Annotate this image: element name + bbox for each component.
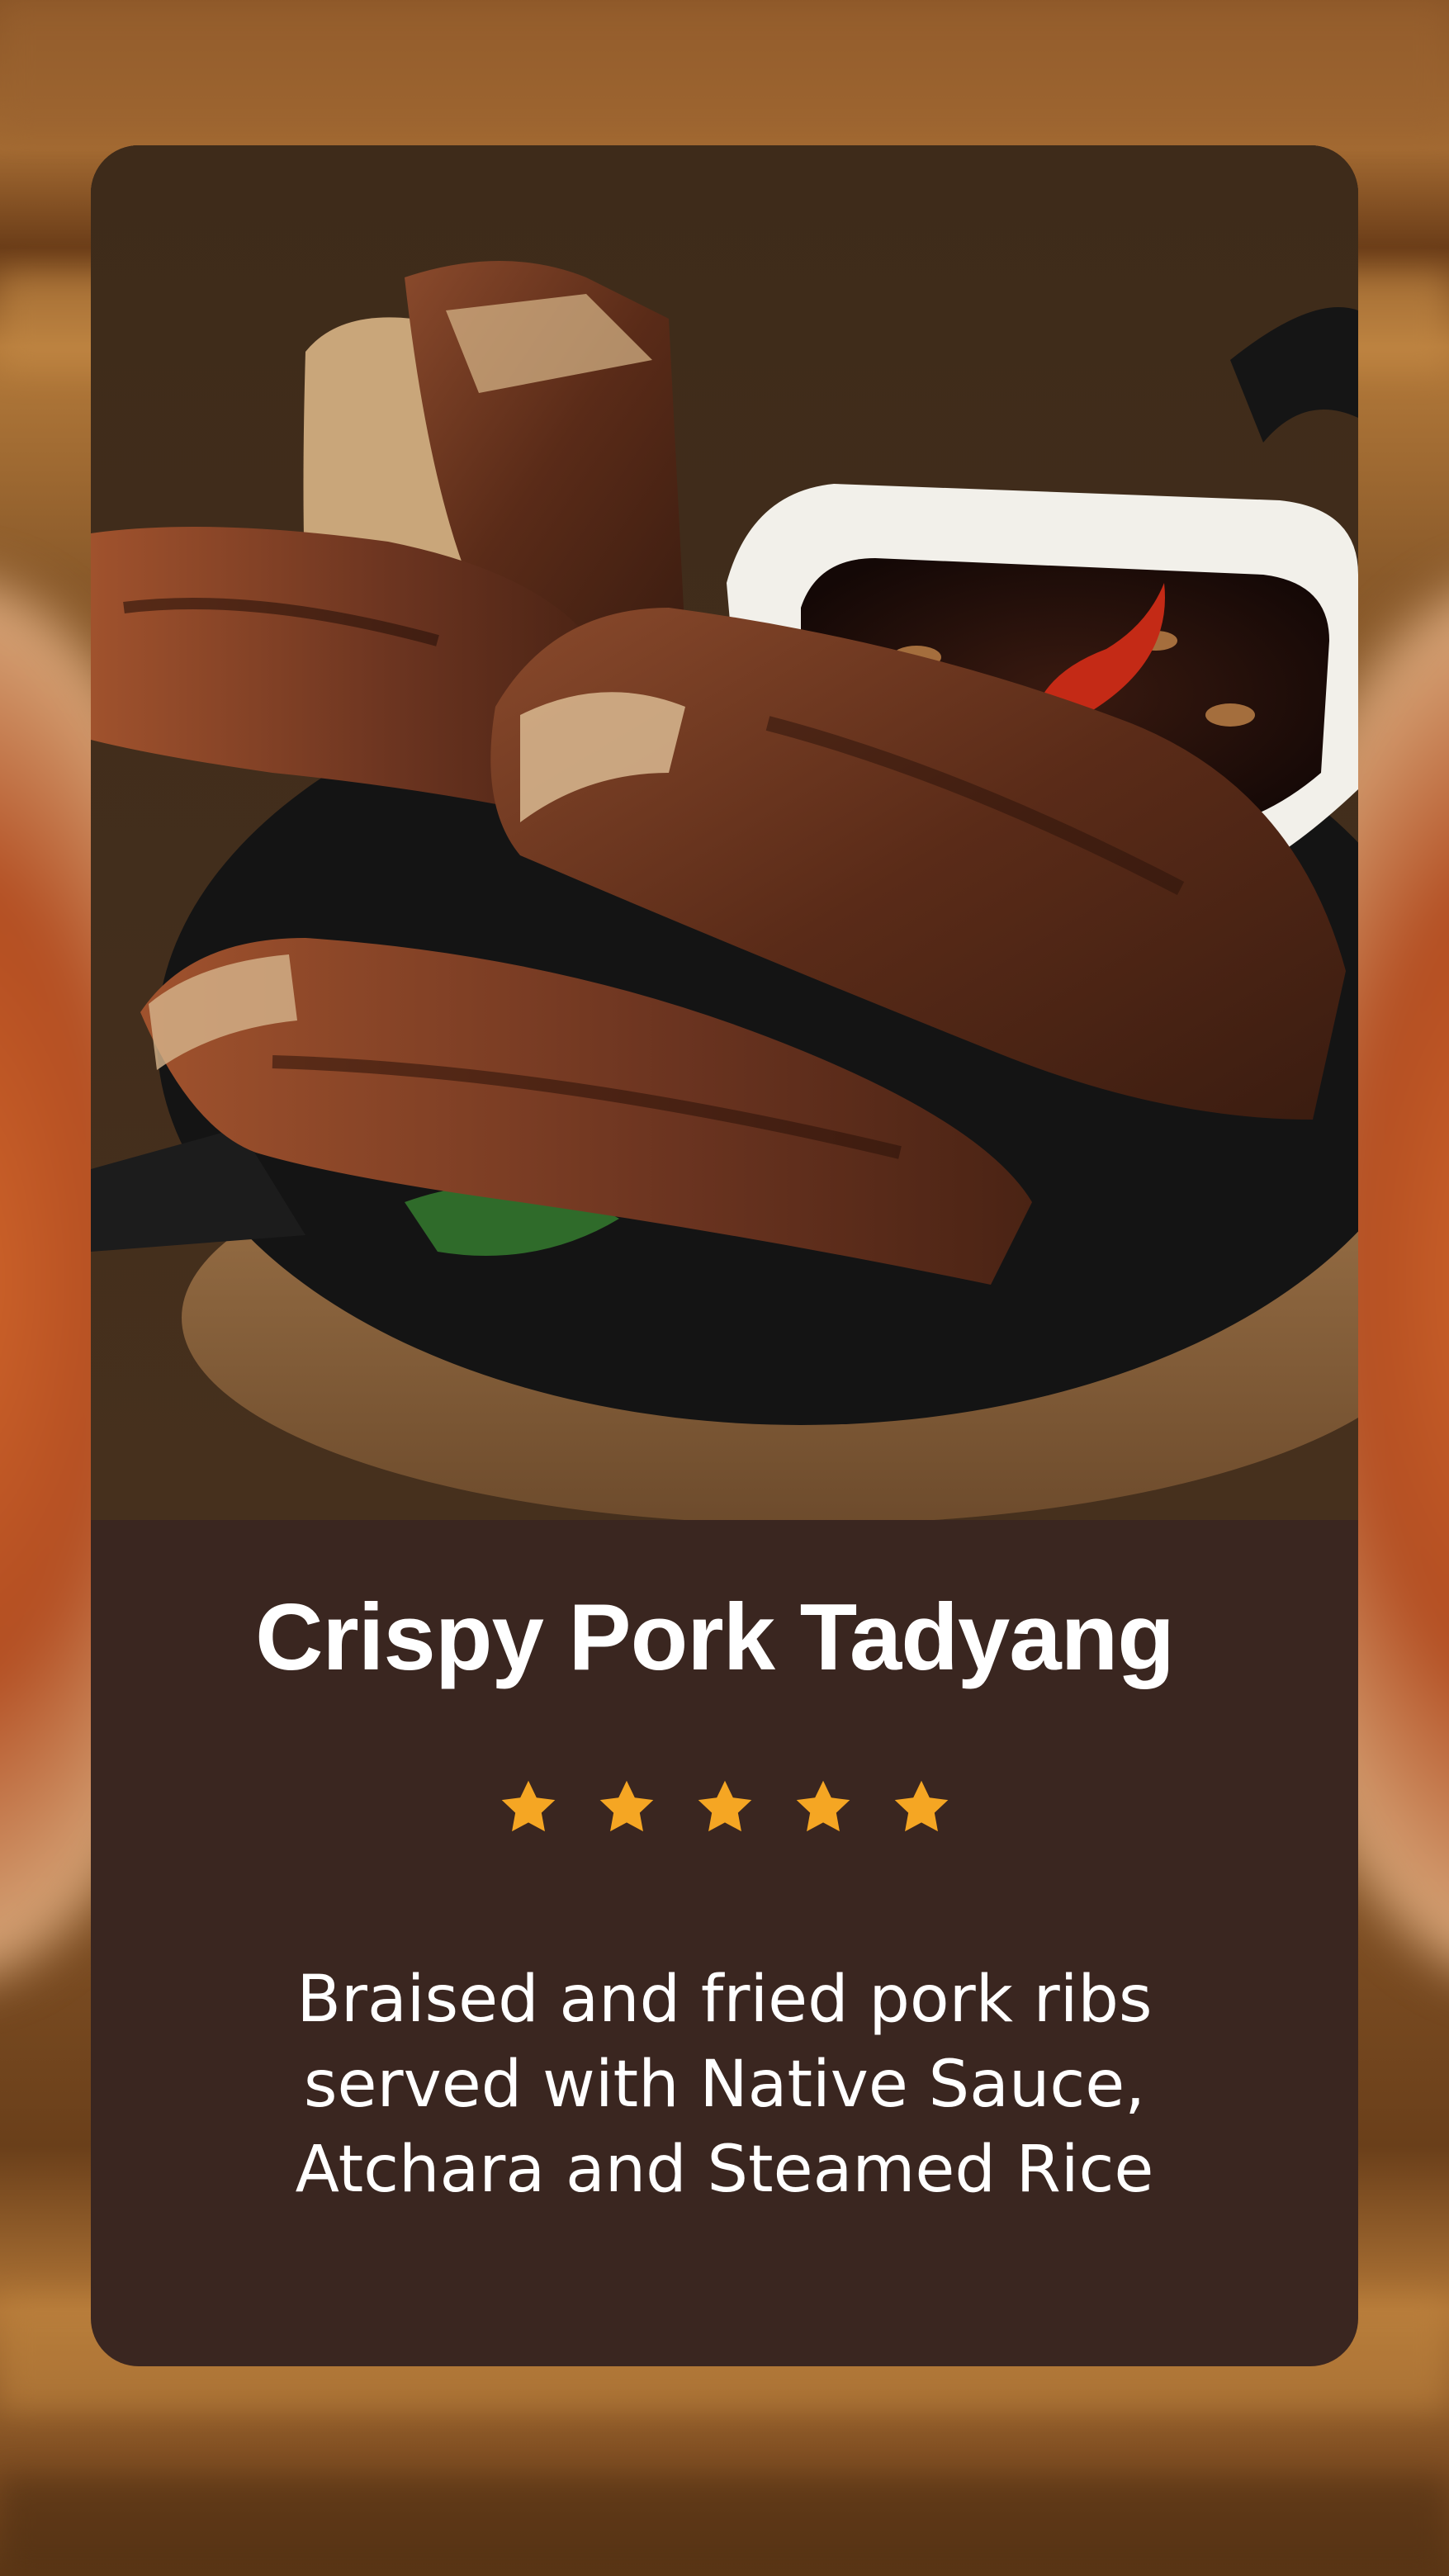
star-icon bbox=[698, 1780, 751, 1832]
star-rating bbox=[91, 1776, 1358, 1839]
dish-title: Crispy Pork Tadyang bbox=[255, 1585, 1175, 1690]
star-icon bbox=[501, 1780, 555, 1832]
star-icon bbox=[796, 1780, 850, 1832]
star-icon bbox=[894, 1780, 948, 1832]
dish-description: Braised and fried pork ribs served with … bbox=[295, 1963, 1154, 2207]
menu-item-card[interactable]: Crispy Pork Tadyang Braised and fried po… bbox=[91, 145, 1358, 2366]
star-icon bbox=[599, 1780, 653, 1832]
dish-photo bbox=[91, 145, 1358, 1520]
